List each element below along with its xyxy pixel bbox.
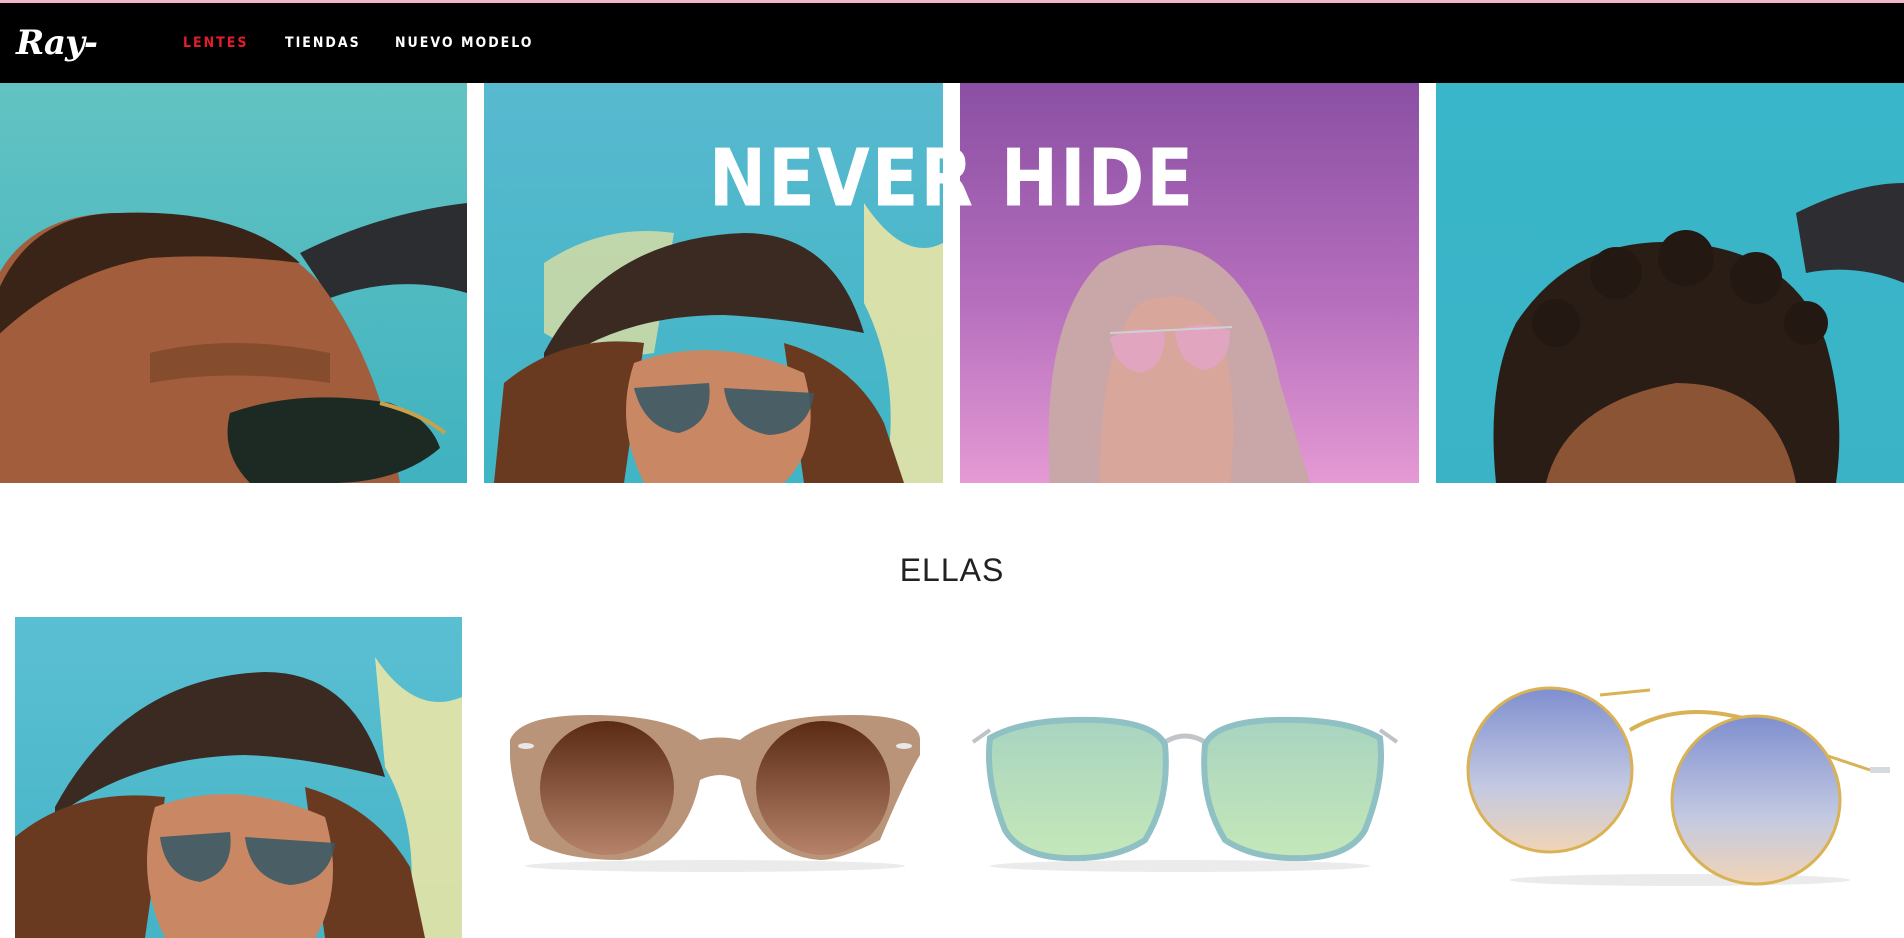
nav-item-lentes[interactable]: LENTES [183, 31, 248, 55]
product-mirrored-green-sunglasses[interactable] [965, 660, 1405, 900]
top-navbar: Ray-Ban® LENTES TIENDAS NUEVO MODELO [0, 3, 1904, 126]
hero-title: NEVER HIDE [708, 130, 1196, 225]
product-round-gold-gradient-sunglasses[interactable] [1450, 660, 1895, 900]
section-title-ellas: ELLAS [899, 552, 1005, 588]
hero-banner: NEVER HIDE [0, 83, 1904, 483]
product-round-brown-sunglasses[interactable] [500, 660, 940, 900]
featured-photo-woman-hat[interactable] [15, 617, 462, 938]
nav-item-nuevo-modelo[interactable]: NUEVO MODELO [395, 31, 534, 55]
nav-item-tiendas[interactable]: TIENDAS [285, 31, 361, 55]
rayban-logo[interactable]: Ray-Ban® [16, 13, 146, 126]
